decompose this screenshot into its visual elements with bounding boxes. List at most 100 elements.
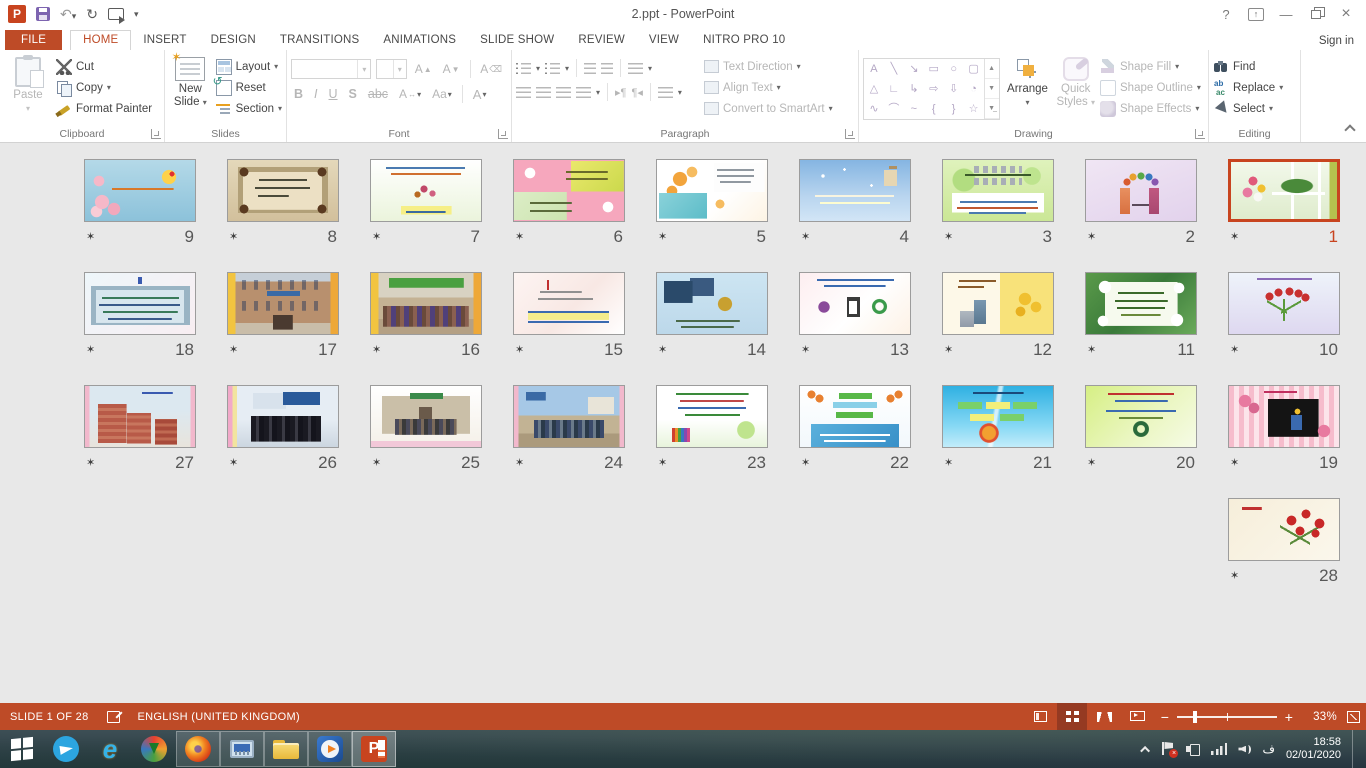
slide-15-thumbnail[interactable]: [513, 272, 625, 335]
bullets-icon[interactable]: [516, 63, 531, 74]
slide-4[interactable]: ✶4: [799, 159, 911, 247]
slide-23[interactable]: ✶23: [656, 385, 768, 473]
font-dialog-launcher-icon[interactable]: [498, 129, 508, 139]
taskbar-telegram[interactable]: [44, 731, 88, 767]
restore-icon[interactable]: [1302, 3, 1330, 25]
slide-27-thumbnail[interactable]: [84, 385, 196, 448]
shape-effects-button[interactable]: Shape Effects▾: [1100, 100, 1204, 117]
slide-11[interactable]: ✶11: [1085, 272, 1197, 360]
change-case-button[interactable]: Aa▾: [429, 87, 455, 101]
taskbar-powerpoint[interactable]: P: [352, 731, 396, 767]
font-name-combo[interactable]: ▾: [291, 59, 371, 79]
format-painter-button[interactable]: Format Painter: [56, 100, 152, 117]
taskbar-on-screen-keyboard[interactable]: [220, 731, 264, 767]
slide-24-thumbnail[interactable]: [513, 385, 625, 448]
tab-nitro-pro[interactable]: NITRO PRO 10: [691, 31, 797, 50]
taskbar-firefox[interactable]: [176, 731, 220, 767]
slide-sorter-canvas[interactable]: ✶9 ✶8 ✶7 ✶6 ✶5 ✶4 ✶3 ✶2 ✶1 ✶18 ✶17 ✶16 ✶…: [0, 143, 1366, 703]
slide-counter[interactable]: SLIDE 1 OF 28: [10, 711, 89, 723]
powerpoint-app-icon[interactable]: P: [8, 5, 26, 23]
taskbar-clock[interactable]: 18:58 02/01/2020: [1286, 736, 1341, 762]
ribbon-display-options-icon[interactable]: ↑: [1242, 3, 1270, 25]
volume-icon[interactable]: [1238, 744, 1251, 755]
replace-button[interactable]: Replace ▾: [1213, 79, 1283, 96]
convert-to-smartart-button[interactable]: Convert to SmartArt▾: [704, 100, 833, 117]
tab-transitions[interactable]: TRANSITIONS: [268, 31, 372, 50]
slide-1-selected[interactable]: ✶1: [1228, 159, 1340, 247]
underline-button[interactable]: U: [326, 87, 341, 101]
slide-17-thumbnail[interactable]: [227, 272, 339, 335]
slide-11-thumbnail[interactable]: [1085, 272, 1197, 335]
section-button[interactable]: Section ▾: [216, 100, 282, 117]
slide-24[interactable]: ✶24: [513, 385, 625, 473]
slide-3[interactable]: ✶3: [942, 159, 1054, 247]
slide-1-thumbnail[interactable]: [1228, 159, 1340, 222]
reset-button[interactable]: Reset: [216, 79, 282, 96]
slide-show-button[interactable]: [1121, 703, 1151, 730]
tab-insert[interactable]: INSERT: [131, 31, 198, 50]
shape-outline-button[interactable]: Shape Outline▾: [1100, 79, 1204, 96]
italic-button[interactable]: I: [311, 87, 320, 101]
slide-25[interactable]: ✶25: [370, 385, 482, 473]
increase-font-size-button[interactable]: A▲: [412, 62, 435, 76]
tab-animations[interactable]: ANIMATIONS: [371, 31, 468, 50]
slide-15[interactable]: ✶15: [513, 272, 625, 360]
slide-9[interactable]: ✶9: [84, 159, 196, 247]
slide-4-thumbnail[interactable]: [799, 159, 911, 222]
slide-5-thumbnail[interactable]: [656, 159, 768, 222]
taskbar-media-player[interactable]: [308, 731, 352, 767]
slide-20-thumbnail[interactable]: [1085, 385, 1197, 448]
arrange-button[interactable]: Arrange ▾: [1004, 54, 1052, 124]
language-indicator[interactable]: ENGLISH (UNITED KINGDOM): [138, 711, 300, 723]
slide-19[interactable]: ✶19: [1228, 385, 1340, 473]
decrease-indent-icon[interactable]: [584, 63, 596, 74]
text-direction-button[interactable]: Text Direction▾: [704, 58, 833, 75]
power-icon[interactable]: [1186, 743, 1200, 755]
taskbar-file-manager[interactable]: [264, 731, 308, 767]
paste-button[interactable]: Paste ▾: [4, 54, 52, 124]
slide-22[interactable]: ✶22: [799, 385, 911, 473]
slide-18[interactable]: ✶18: [84, 272, 196, 360]
start-button[interactable]: [0, 731, 44, 767]
copy-button[interactable]: Copy ▾: [56, 79, 152, 96]
slide-20[interactable]: ✶20: [1085, 385, 1197, 473]
slide-10[interactable]: ✶10: [1228, 272, 1340, 360]
show-hidden-icons-icon[interactable]: [1141, 745, 1151, 755]
tab-home[interactable]: HOME: [70, 30, 131, 50]
shapes-gallery-scrollbar[interactable]: ▲▼▼̲: [984, 59, 999, 119]
action-center-flag-icon[interactable]: ×: [1161, 742, 1175, 756]
clipboard-dialog-launcher-icon[interactable]: [151, 129, 161, 139]
slide-12-thumbnail[interactable]: [942, 272, 1054, 335]
numbering-icon[interactable]: [545, 63, 560, 74]
slide-27[interactable]: ✶27: [84, 385, 196, 473]
slide-14-thumbnail[interactable]: [656, 272, 768, 335]
paragraph-dialog-launcher-icon[interactable]: [845, 129, 855, 139]
slide-sorter-view-button[interactable]: [1057, 703, 1087, 730]
shapes-gallery[interactable]: A╲↘▭○▢ △∟↳⇨⇩◔ ∿⌒~{}☆ ▲▼▼̲: [863, 58, 1000, 120]
slide-6-thumbnail[interactable]: [513, 159, 625, 222]
help-icon[interactable]: ?: [1212, 3, 1240, 25]
show-desktop-button[interactable]: [1352, 730, 1356, 768]
line-spacing-icon[interactable]: [628, 63, 643, 74]
font-color-button[interactable]: A▾: [470, 87, 490, 102]
strikethrough-button[interactable]: abc: [365, 87, 391, 101]
tab-slide-show[interactable]: SLIDE SHOW: [468, 31, 566, 50]
new-slide-button[interactable]: New Slide ▾: [169, 54, 212, 124]
tab-design[interactable]: DESIGN: [199, 31, 268, 50]
save-icon[interactable]: [36, 7, 50, 21]
taskbar-internet-explorer[interactable]: e: [88, 731, 132, 767]
slide-13-thumbnail[interactable]: [799, 272, 911, 335]
bold-button[interactable]: B: [291, 87, 306, 101]
drawing-dialog-launcher-icon[interactable]: [1195, 129, 1205, 139]
slide-8-thumbnail[interactable]: [227, 159, 339, 222]
slide-18-thumbnail[interactable]: [84, 272, 196, 335]
align-right-icon[interactable]: [556, 87, 571, 98]
slide-2-thumbnail[interactable]: [1085, 159, 1197, 222]
slide-9-thumbnail[interactable]: [84, 159, 196, 222]
network-signal-icon[interactable]: [1211, 743, 1227, 755]
slide-17[interactable]: ✶17: [227, 272, 339, 360]
slide-7[interactable]: ✶7: [370, 159, 482, 247]
tab-view[interactable]: VIEW: [637, 31, 691, 50]
font-size-combo[interactable]: ▾: [376, 59, 406, 79]
zoom-out-button[interactable]: −: [1159, 710, 1171, 724]
